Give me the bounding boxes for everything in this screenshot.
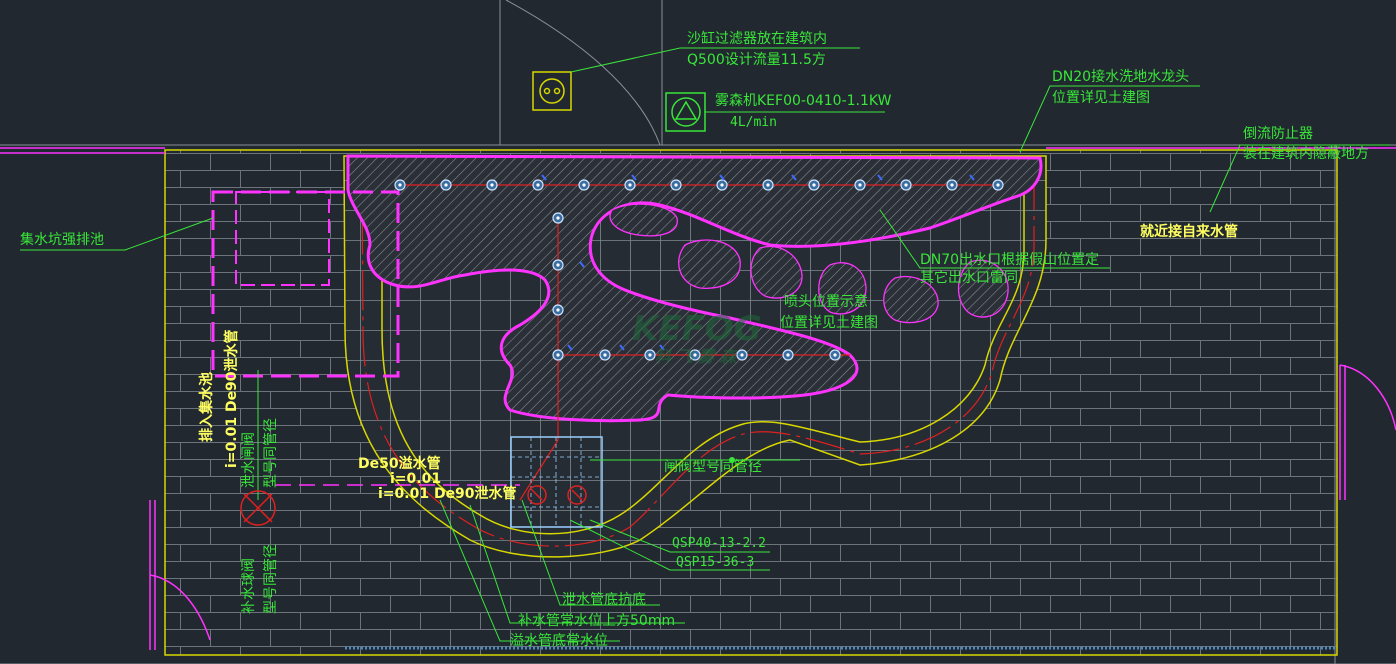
backflow-label-1: 倒流防止器 — [1243, 126, 1313, 142]
dn20-label-2: 位置详见土建图 — [1052, 90, 1150, 106]
nozzle-center — [996, 183, 1000, 187]
drain-valve-label-2: 型号同管径 — [263, 418, 279, 488]
valve-size-label: 闸阀型号同管径 — [664, 459, 762, 475]
nozzle-center — [582, 183, 586, 187]
cad-drawing: KEFOG 科 飞 雾 森 沙缸过滤器放在建筑内 Q500设计流量11.5方 雾… — [0, 0, 1396, 664]
makeup-valve-label-1: 补水球阀 — [241, 558, 257, 614]
nozzle-center — [444, 183, 448, 187]
sump-drain-label: 集水坑强排池 — [20, 231, 104, 248]
pump1-label: QSP40-13-2.2 — [672, 536, 766, 551]
nozzle-center — [556, 353, 560, 357]
nozzle-center — [556, 263, 560, 267]
sand-filter-label-2: Q500设计流量11.5方 — [687, 52, 826, 68]
nozzle-center — [398, 183, 402, 187]
nozzle-center — [766, 183, 770, 187]
fog-machine-label-2: 4L/min — [730, 115, 777, 130]
dn70-label-2: 其它出水口雷同 — [920, 269, 1018, 286]
into-sump-label: 排入集水池 — [198, 372, 215, 442]
nozzle-center — [490, 183, 494, 187]
fog-machine-icon[interactable] — [665, 92, 706, 132]
nozzle-label-2: 位置详见土建图 — [780, 315, 878, 331]
nozzle-center — [674, 183, 678, 187]
sand-filter-label-1: 沙缸过滤器放在建筑内 — [687, 30, 827, 47]
watermark-sub: 科 飞 雾 森 — [655, 347, 738, 366]
nozzle-center — [858, 183, 862, 187]
slope-label: i=0.01 — [390, 471, 441, 487]
de90-vertical-label: i=0.01 De90泄水管 — [223, 329, 240, 468]
nozzle-center — [812, 183, 816, 187]
nozzle-center — [556, 308, 560, 312]
nozzle-center — [833, 353, 837, 357]
sand-filter-icon[interactable] — [532, 71, 572, 111]
watermark: KEFOG — [632, 309, 762, 349]
fog-machine-label-1: 雾森机KEF00-0410-1.1KW — [715, 93, 892, 109]
makeup-valve-label-2: 型号同管径 — [263, 544, 279, 614]
de90-drain-label: i=0.01 De90泄水管 — [378, 485, 517, 502]
nozzle-center — [603, 353, 607, 357]
de50-overflow-label: De50溢水管 — [358, 455, 441, 472]
backflow-label-2: 装在建筑内隐蔽地方 — [1243, 146, 1369, 162]
pump2-label: QSP15-36-3 — [676, 555, 754, 570]
nozzle-center — [786, 353, 790, 357]
nozzle-center — [648, 353, 652, 357]
drain-valve-label-1: 泄水闸阀 — [241, 432, 257, 488]
makeup-level-label: 补水管常水位上方50mm — [518, 613, 675, 629]
nozzle-center — [628, 183, 632, 187]
nozzle-center — [950, 183, 954, 187]
nozzle-center — [536, 183, 540, 187]
nozzle-center — [904, 183, 908, 187]
nozzle-center — [720, 183, 724, 187]
nozzle-center — [556, 216, 560, 220]
overflow-level-label: 溢水管底常水位 — [510, 633, 608, 649]
dn70-label-1: DN70出水口根据假山位置定 — [920, 252, 1099, 268]
nozzle-label-1: 喷头位置示意 — [784, 293, 868, 310]
drain-bottom-label: 泄水管底抗底 — [562, 592, 646, 608]
tap-water-label: 就近接自来水管 — [1140, 223, 1238, 240]
dn20-label-1: DN20接水洗地水龙头 — [1052, 68, 1189, 85]
nozzle-center — [740, 353, 744, 357]
